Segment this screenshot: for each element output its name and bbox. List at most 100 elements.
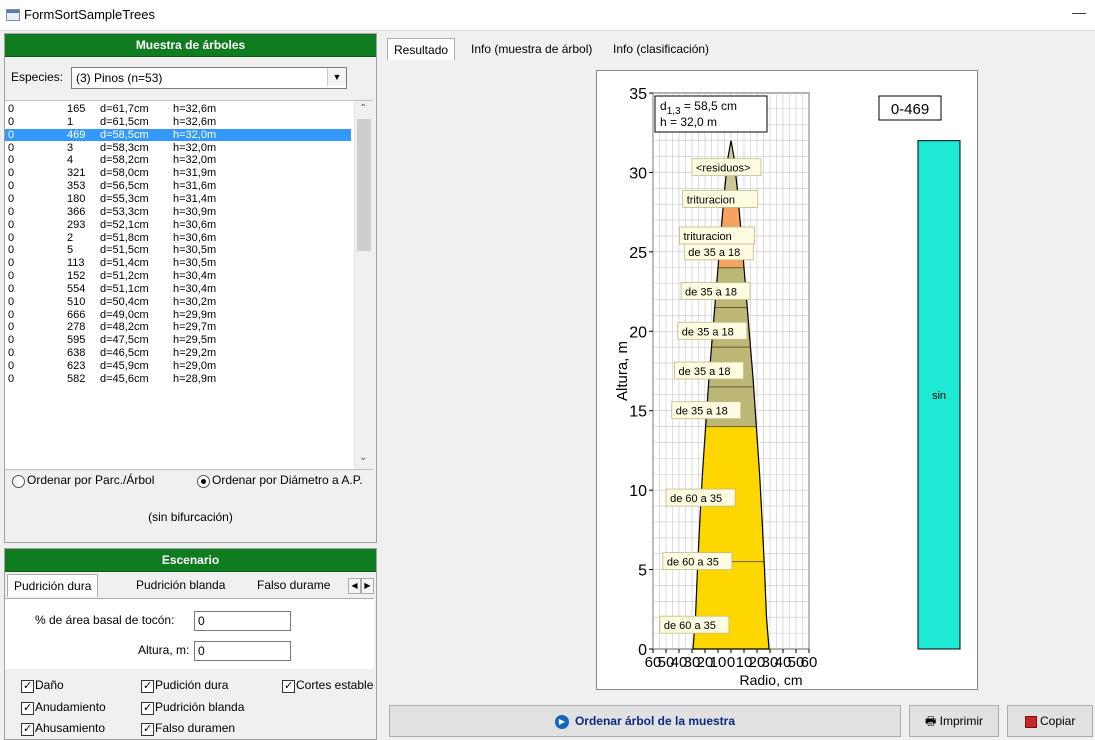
knottiness-label[interactable]: Anudamiento xyxy=(35,700,106,714)
stem-segment xyxy=(692,426,770,649)
segment-label: trituracion xyxy=(684,231,732,243)
tree-list-cell-n: 0 xyxy=(8,218,15,231)
basal-area-input[interactable]: 0 xyxy=(194,611,291,631)
species-label: Especies: xyxy=(11,70,64,84)
main-tabs: Resultado Info (muestra de árbol) Info (… xyxy=(385,38,1095,61)
sort-tree-button[interactable]: ▶ Ordenar árbol de la muestra xyxy=(389,705,901,737)
stable-cuts-checkbox[interactable] xyxy=(282,679,295,693)
tree-list-row[interactable]: 0 278 d=48,2cm h=29,7m xyxy=(5,321,351,333)
copy-button[interactable]: Copiar xyxy=(1007,705,1093,737)
false-heartwood-checkbox[interactable] xyxy=(141,722,154,736)
sort-by-diameter-radio[interactable] xyxy=(197,475,210,488)
tree-list-row[interactable]: 0 623 d=45,9cm h=29,0m xyxy=(5,360,351,372)
tree-list-cell-n: 0 xyxy=(8,334,15,347)
hard-rot-checkbox[interactable] xyxy=(141,679,154,693)
tab-scroll-right-icon[interactable]: ▶ xyxy=(361,578,374,594)
tree-list-cell-id: 353 xyxy=(67,180,86,193)
sample-trees-header: Muestra de árboles xyxy=(5,34,376,57)
tree-list-row[interactable]: 0 366 d=53,3cm h=30,9m xyxy=(5,206,351,218)
tree-list-row[interactable]: 0 510 d=50,4cm h=30,2m xyxy=(5,296,351,308)
tree-list-row[interactable]: 0 1 d=61,5cm h=32,6m xyxy=(5,116,351,128)
sort-by-plot-radio[interactable] xyxy=(12,475,25,488)
segment-label: de 35 a 18 xyxy=(676,406,728,418)
tree-list-cell-id: 554 xyxy=(67,282,86,295)
tree-list-row[interactable]: 0 293 d=52,1cm h=30,6m xyxy=(5,219,351,231)
tree-list-row[interactable]: 0 353 d=56,5cm h=31,6m xyxy=(5,180,351,192)
scroll-down-icon[interactable]: ⌄ xyxy=(359,452,367,463)
height-input[interactable]: 0 xyxy=(194,641,291,661)
tree-list-cell-h: h=32,6m xyxy=(173,115,217,128)
tree-list-row[interactable]: 0 582 d=45,6cm h=28,9m xyxy=(5,373,351,385)
tab-false-heartwood[interactable]: Falso durame xyxy=(251,574,336,596)
tab-classification-info[interactable]: Info (clasificación) xyxy=(607,38,715,60)
scroll-up-icon[interactable]: ⌃ xyxy=(359,103,367,114)
tree-list-cell-h: h=30,4m xyxy=(173,282,217,295)
tree-list-cell-n: 0 xyxy=(8,180,15,193)
tree-list-row[interactable]: 0 180 d=55,3cm h=31,4m xyxy=(5,193,351,205)
tree-list-row[interactable]: 0 113 d=51,4cm h=30,5m xyxy=(5,257,351,269)
tree-list-row[interactable]: 0 4 d=58,2cm h=32,0m xyxy=(5,154,351,166)
tree-list-row[interactable]: 0 554 d=51,1cm h=30,4m xyxy=(5,283,351,295)
soft-rot-label[interactable]: Pudrición blanda xyxy=(155,700,244,714)
tree-list[interactable]: 0 165 d=61,7cm h=32,6m 0 1 d=61,5cm h=32,6m 0 469… xyxy=(5,100,373,470)
knottiness-checkbox[interactable] xyxy=(21,701,34,715)
tree-list-cell-h: h=32,6m xyxy=(173,103,217,115)
taper-checkbox[interactable] xyxy=(21,722,34,736)
scroll-thumb[interactable] xyxy=(357,119,371,251)
hard-rot-label[interactable]: Pudición dura xyxy=(155,678,228,692)
stable-cuts-label[interactable]: Cortes estable xyxy=(296,678,374,692)
tree-list-cell-id: 1 xyxy=(67,115,74,128)
tree-list-cell-h: h=30,6m xyxy=(173,231,217,244)
tree-list-row[interactable]: 0 595 d=47,5cm h=29,5m xyxy=(5,334,351,346)
tree-list-cell-n: 0 xyxy=(8,128,15,141)
tab-hard-rot[interactable]: Pudrición dura xyxy=(7,574,99,597)
tree-list-cell-d: d=45,9cm xyxy=(100,360,149,372)
tree-list-cell-n: 0 xyxy=(8,167,15,180)
tree-list-cell-n: 0 xyxy=(8,244,15,257)
tree-list-cell-d: d=61,7cm xyxy=(100,103,149,115)
tree-list-cell-id: 623 xyxy=(67,360,86,372)
tree-list-row[interactable]: 0 666 d=49,0cm h=29,9m xyxy=(5,309,351,321)
sort-by-diameter-label[interactable]: Ordenar por Diámetro a A.P. xyxy=(212,473,363,487)
taper-label[interactable]: Ahusamiento xyxy=(35,721,105,735)
damage-label[interactable]: Daño xyxy=(35,678,64,692)
tree-list-row[interactable]: 0 469 d=58,5cm h=32,0m xyxy=(5,128,351,141)
tree-list-row[interactable]: 0 165 d=61,7cm h=32,6m xyxy=(5,103,351,115)
tab-result[interactable]: Resultado xyxy=(387,38,456,61)
tree-list-row[interactable]: 0 3 d=58,3cm h=32,0m xyxy=(5,142,351,154)
list-scrollbar[interactable]: ⌃ ⌄ xyxy=(354,101,373,469)
tab-tree-info[interactable]: Info (muestra de árbol) xyxy=(465,38,598,60)
tree-list-cell-id: 5 xyxy=(67,244,74,257)
tree-list-cell-h: h=29,7m xyxy=(173,321,217,334)
tree-list-cell-h: h=28,9m xyxy=(173,372,217,385)
tree-list-cell-d: d=51,4cm xyxy=(100,257,149,270)
x-tick-label: 0 xyxy=(727,654,735,671)
tab-soft-rot[interactable]: Pudrición blanda xyxy=(130,574,231,596)
tree-list-cell-h: h=31,9m xyxy=(173,167,217,180)
tree-list-row[interactable]: 0 638 d=46,5cm h=29,2m xyxy=(5,347,351,359)
tree-list-cell-d: d=49,0cm xyxy=(100,308,149,321)
sort-by-plot-label[interactable]: Ordenar por Parc./Árbol xyxy=(27,473,154,487)
damage-checkbox[interactable] xyxy=(21,679,34,693)
y-tick-label: 35 xyxy=(629,86,647,103)
tree-list-cell-h: h=31,6m xyxy=(173,180,217,193)
tab-scroll-left-icon[interactable]: ◀ xyxy=(348,578,361,594)
tree-list-row[interactable]: 0 152 d=51,2cm h=30,4m xyxy=(5,270,351,282)
tree-list-cell-d: d=51,5cm xyxy=(100,244,149,257)
tree-list-cell-n: 0 xyxy=(8,257,15,270)
side-bar-label: sin xyxy=(932,390,946,402)
segment-label: de 35 a 18 xyxy=(679,366,731,378)
tree-list-row[interactable]: 0 5 d=51,5cm h=30,5m xyxy=(5,244,351,256)
tree-list-row[interactable]: 0 2 d=51,8cm h=30,6m xyxy=(5,232,351,244)
species-select[interactable]: (3) Pinos (n=53) ▼ xyxy=(71,67,347,89)
soft-rot-checkbox[interactable] xyxy=(141,701,154,715)
print-button[interactable]: 🖶 Imprimir xyxy=(909,705,999,737)
tree-list-row[interactable]: 0 321 d=58,0cm h=31,9m xyxy=(5,167,351,179)
false-heartwood-label[interactable]: Falso duramen xyxy=(155,721,235,735)
tree-list-cell-id: 366 xyxy=(67,205,86,218)
minimize-button[interactable]: — xyxy=(1072,4,1086,20)
tree-list-cell-id: 2 xyxy=(67,231,74,244)
tree-list-cell-h: h=30,9m xyxy=(173,205,217,218)
chevron-down-icon[interactable]: ▼ xyxy=(327,68,346,86)
tree-list-cell-d: d=51,8cm xyxy=(100,231,149,244)
